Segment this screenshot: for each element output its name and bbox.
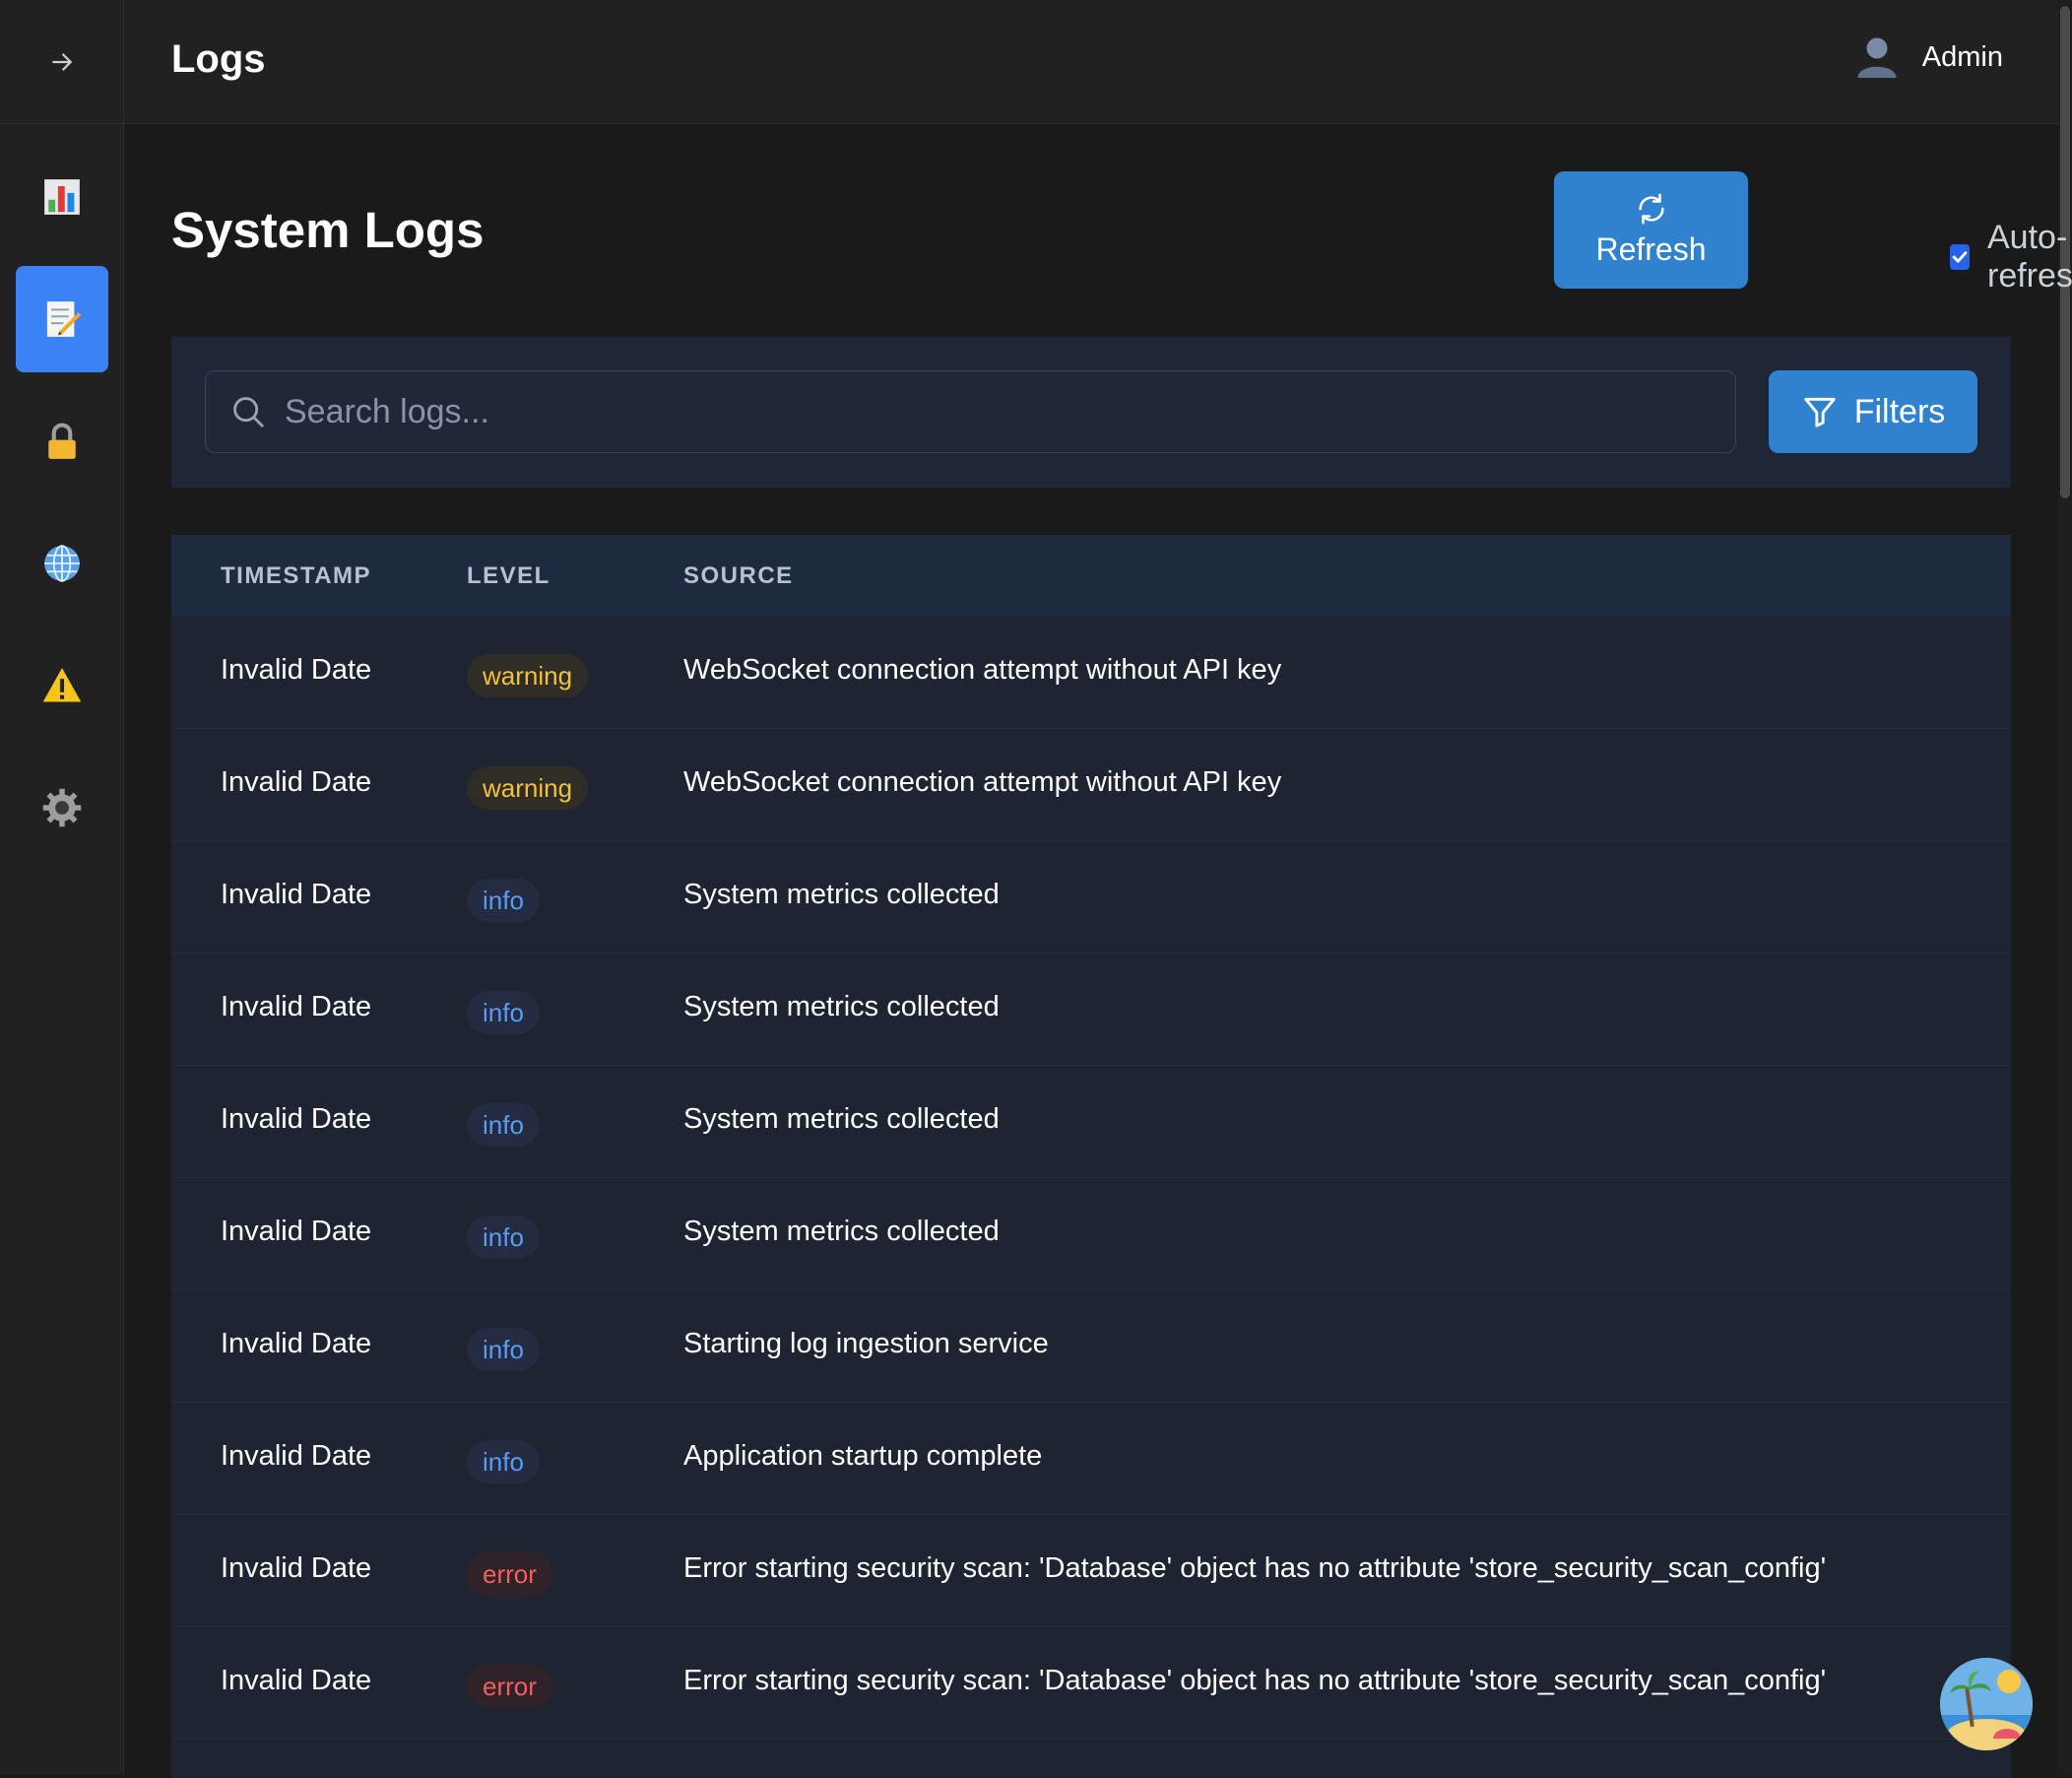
timestamp-cell: Invalid Date — [221, 654, 372, 686]
sidebar — [0, 0, 124, 1775]
table-row[interactable]: Invalid Date info Application startup comp… — [171, 1403, 2011, 1515]
page-head: System Logs Refresh Auto-refresh — [171, 124, 2072, 337]
timestamp-cell: Invalid Date — [221, 1552, 372, 1584]
sidebar-item-dashboard[interactable] — [16, 144, 108, 250]
table-row[interactable]: Invalid Date info System metrics collected — [171, 1178, 2011, 1290]
source-cell: System metrics collected — [683, 991, 1000, 1022]
user-name: Admin — [1921, 40, 2003, 73]
search-icon — [233, 397, 264, 428]
gear-icon — [42, 788, 81, 827]
column-header-timestamp[interactable]: TIMESTAMP — [221, 562, 371, 590]
source-cell: Error starting security scan: 'Database'… — [683, 1552, 1827, 1584]
expand-sidebar-icon[interactable] — [47, 47, 77, 77]
auto-refresh-checkbox[interactable] — [1950, 244, 1970, 270]
user-menu[interactable]: Admin — [1853, 33, 2003, 81]
table-row[interactable]: Invalid Date warning WebSocket connection … — [171, 729, 2011, 841]
timestamp-cell: Invalid Date — [221, 1216, 372, 1247]
search-panel: Filters — [171, 337, 2011, 488]
timestamp-cell: Invalid Date — [221, 1665, 372, 1696]
checkmark-icon — [1952, 251, 1968, 263]
refresh-label: Refresh — [1595, 231, 1707, 267]
level-badge: error — [467, 1552, 552, 1596]
column-header-source[interactable]: SOURCE — [683, 562, 794, 590]
sidebar-item-alerts[interactable] — [16, 632, 108, 739]
table-header: TIMESTAMP LEVEL SOURCE — [171, 535, 2011, 617]
main-content: System Logs Refresh Auto-refresh — [171, 124, 2072, 1778]
lock-icon — [47, 423, 76, 459]
level-badge: warning — [467, 766, 589, 810]
assistant-avatar[interactable] — [1940, 1658, 2033, 1750]
level-badge: info — [467, 1216, 540, 1259]
column-header-level[interactable]: LEVEL — [467, 562, 550, 590]
table-row[interactable]: Invalid Date info System metrics collected — [171, 1066, 2011, 1178]
level-badge: info — [467, 1440, 540, 1483]
timestamp-cell: Invalid Date — [221, 1103, 372, 1135]
page-title: System Logs — [171, 202, 485, 258]
level-badge: warning — [467, 654, 589, 697]
level-badge: error — [467, 1665, 552, 1708]
table-row[interactable]: Invalid Date error Error starting security… — [171, 1515, 2011, 1627]
level-badge: info — [467, 1328, 540, 1371]
source-cell: System metrics collected — [683, 879, 1000, 910]
refresh-button[interactable]: Refresh — [1554, 171, 1748, 289]
source-cell: Starting log ingestion service — [683, 1328, 1049, 1359]
table-row[interactable]: Invalid Date info Starting log ingestion s… — [171, 1290, 2011, 1403]
source-cell: WebSocket connection attempt without API… — [683, 766, 1282, 798]
auto-refresh-label: Auto-refresh — [1987, 219, 2072, 295]
header-title: Logs — [171, 37, 266, 81]
table-row[interactable]: Invalid Date info System metrics collected — [171, 841, 2011, 954]
sidebar-nav — [0, 124, 123, 861]
globe-icon — [43, 545, 80, 582]
table-row[interactable]: Invalid Date error Error starting security… — [171, 1627, 2011, 1740]
memo-icon — [46, 301, 81, 337]
bar-chart-icon — [43, 179, 80, 215]
filters-label: Filters — [1853, 392, 1946, 430]
table-row[interactable]: Invalid Date info System metrics collected — [171, 954, 2011, 1066]
level-badge: info — [467, 879, 540, 922]
filters-button[interactable]: Filters — [1769, 370, 1977, 453]
sidebar-item-settings[interactable] — [16, 755, 108, 861]
auto-refresh-toggle[interactable]: Auto-refresh — [1950, 219, 2072, 296]
refresh-icon — [1638, 193, 1664, 225]
sidebar-toggle-area — [0, 0, 123, 124]
search-box[interactable] — [205, 370, 1736, 453]
search-input[interactable] — [285, 371, 1735, 452]
beach-icon — [1940, 1658, 2033, 1750]
user-avatar-icon — [1857, 37, 1897, 78]
table-body: Invalid Date warning WebSocket connection … — [171, 617, 2011, 1740]
table-row[interactable]: Invalid Date warning WebSocket connection … — [171, 617, 2011, 729]
timestamp-cell: Invalid Date — [221, 991, 372, 1022]
source-cell: Error starting security scan: 'Database'… — [683, 1665, 1827, 1696]
top-header: Logs Admin — [124, 0, 2072, 124]
sidebar-item-security[interactable] — [16, 388, 108, 494]
sidebar-item-logs[interactable] — [15, 266, 108, 372]
level-badge: info — [467, 991, 540, 1034]
level-badge: info — [467, 1103, 540, 1147]
timestamp-cell: Invalid Date — [221, 1328, 372, 1359]
source-cell: WebSocket connection attempt without API… — [683, 654, 1282, 686]
timestamp-cell: Invalid Date — [221, 766, 372, 798]
timestamp-cell: Invalid Date — [221, 1440, 372, 1472]
source-cell: System metrics collected — [683, 1103, 1000, 1135]
sidebar-item-network[interactable] — [16, 510, 108, 617]
source-cell: System metrics collected — [683, 1216, 1000, 1247]
warning-icon — [42, 668, 81, 702]
filter-icon — [1804, 397, 1836, 428]
timestamp-cell: Invalid Date — [221, 879, 372, 910]
source-cell: Application startup complete — [683, 1440, 1043, 1472]
logs-table: TIMESTAMP LEVEL SOURCE Invalid Date warni… — [171, 535, 2011, 1778]
